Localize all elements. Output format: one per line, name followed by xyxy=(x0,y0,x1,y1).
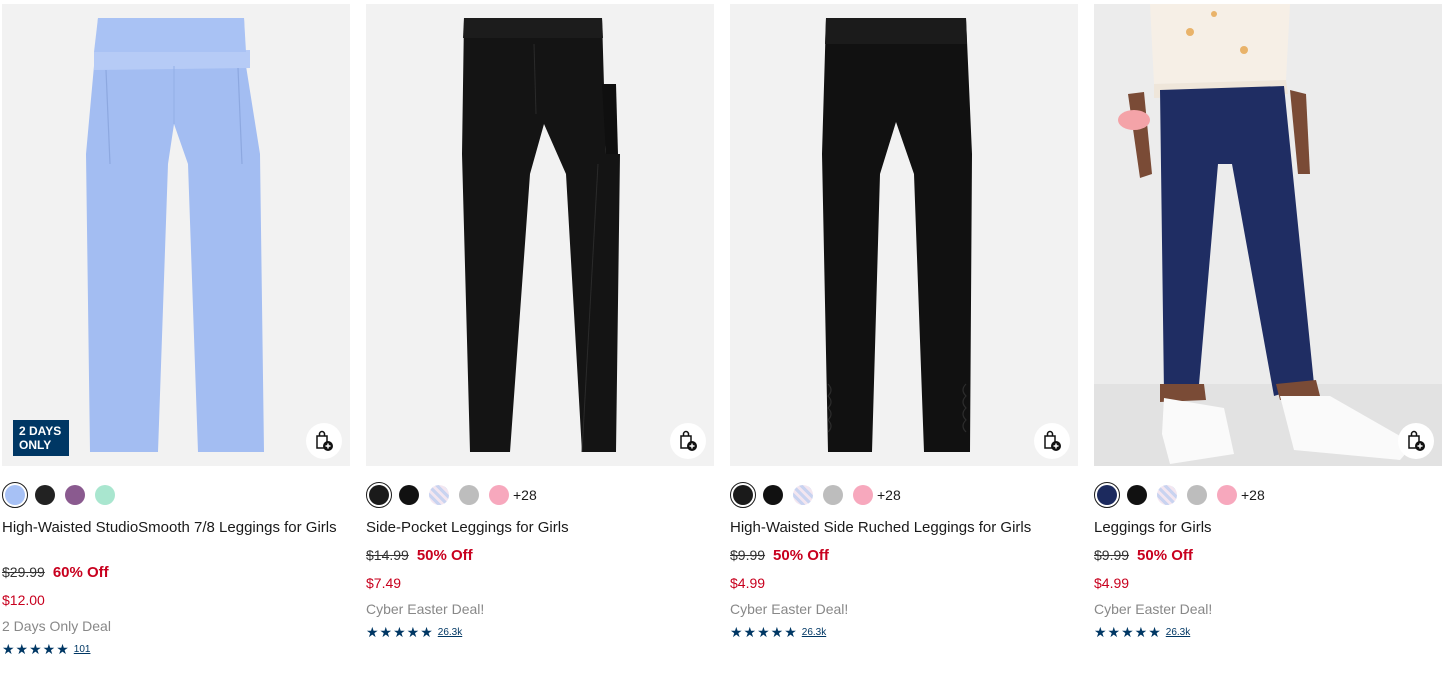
rating: ★★★★★ 26.3k xyxy=(730,624,826,641)
add-to-bag-button[interactable] xyxy=(670,423,706,459)
swatch-4[interactable] xyxy=(1217,485,1237,505)
swatch-1[interactable] xyxy=(763,485,783,505)
discount-label: 50% Off xyxy=(773,547,829,564)
sale-price: $4.99 xyxy=(730,575,766,591)
swatch-0[interactable] xyxy=(1094,482,1120,508)
product-image[interactable] xyxy=(366,4,714,466)
swatch-1[interactable] xyxy=(399,485,419,505)
shopping-bag-plus-icon xyxy=(316,430,333,451)
product-image[interactable] xyxy=(730,4,1078,466)
shopping-bag-plus-icon xyxy=(1408,430,1425,451)
rating: ★★★★★ 101 xyxy=(2,641,90,658)
add-to-bag-button[interactable] xyxy=(306,423,342,459)
deal-label: Cyber Easter Deal! xyxy=(730,601,849,617)
more-colors-link[interactable]: +28 xyxy=(513,487,537,503)
promo-badge: 2 DAYS ONLY xyxy=(13,420,69,456)
badge-line-2: ONLY xyxy=(19,438,52,452)
original-price: $14.99 xyxy=(366,547,409,563)
review-count-link[interactable]: 26.3k xyxy=(438,627,462,638)
rating: ★★★★★ 26.3k xyxy=(366,624,462,641)
swatch-2[interactable] xyxy=(65,485,85,505)
review-count-link[interactable]: 26.3k xyxy=(802,627,826,638)
original-price: $29.99 xyxy=(2,564,45,580)
sale-price: $7.49 xyxy=(366,575,402,591)
star-icon: ★★★★★ xyxy=(1094,624,1162,640)
shopping-bag-plus-icon xyxy=(1044,430,1061,451)
swatch-2[interactable] xyxy=(1157,485,1177,505)
swatch-0[interactable] xyxy=(730,482,756,508)
add-to-bag-button[interactable] xyxy=(1034,423,1070,459)
swatch-3[interactable] xyxy=(95,485,115,505)
review-count-link[interactable]: 101 xyxy=(74,644,91,655)
deal-label: Cyber Easter Deal! xyxy=(366,601,485,617)
swatch-2[interactable] xyxy=(429,485,449,505)
product-card[interactable]: 2 DAYS ONLY High-Waisted StudioSmooth 7/… xyxy=(2,4,350,657)
price-row: $9.99 50% Off xyxy=(730,547,829,564)
swatch-0[interactable] xyxy=(366,482,392,508)
sale-price: $12.00 xyxy=(2,592,45,608)
product-card[interactable]: +28 High-Waisted Side Ruched Leggings fo… xyxy=(730,4,1078,640)
product-image[interactable] xyxy=(1094,4,1442,466)
color-swatches xyxy=(2,482,125,508)
color-swatches: +28 xyxy=(366,482,537,508)
product-name-link[interactable]: Leggings for Girls xyxy=(1094,519,1434,536)
sale-price: $4.99 xyxy=(1094,575,1130,591)
leggings-image xyxy=(2,4,350,466)
price-row: $14.99 50% Off xyxy=(366,547,473,564)
original-price: $9.99 xyxy=(1094,547,1130,563)
swatch-3[interactable] xyxy=(1187,485,1207,505)
star-icon: ★★★★★ xyxy=(2,641,70,657)
swatch-2[interactable] xyxy=(793,485,813,505)
color-swatches: +28 xyxy=(730,482,901,508)
deal-label: 2 Days Only Deal xyxy=(2,618,111,634)
swatch-1[interactable] xyxy=(35,485,55,505)
rating: ★★★★★ 26.3k xyxy=(1094,624,1190,641)
discount-label: 50% Off xyxy=(1137,547,1193,564)
swatch-3[interactable] xyxy=(823,485,843,505)
swatch-3[interactable] xyxy=(459,485,479,505)
swatch-0[interactable] xyxy=(2,482,28,508)
product-card[interactable]: +28 Leggings for Girls $9.99 50% Off $4.… xyxy=(1094,4,1442,640)
swatch-4[interactable] xyxy=(853,485,873,505)
model-leggings-image xyxy=(1094,4,1442,466)
shopping-bag-plus-icon xyxy=(680,430,697,451)
discount-label: 60% Off xyxy=(52,564,109,581)
leggings-image xyxy=(366,4,714,466)
badge-line-1: 2 DAYS xyxy=(19,424,62,438)
star-icon: ★★★★★ xyxy=(730,624,798,640)
price-row: $9.99 50% Off xyxy=(1094,547,1193,564)
more-colors-link[interactable]: +28 xyxy=(1241,487,1265,503)
discount-label: 50% Off xyxy=(416,547,473,564)
product-image[interactable]: 2 DAYS ONLY xyxy=(2,4,350,466)
more-colors-link[interactable]: +28 xyxy=(877,487,901,503)
product-name-link[interactable]: High-Waisted Side Ruched Leggings for Gi… xyxy=(730,519,1070,536)
leggings-image xyxy=(730,4,1078,466)
product-name-link[interactable]: High-Waisted StudioSmooth 7/8 Leggings f… xyxy=(2,519,342,536)
price-row: $29.99 60% Off xyxy=(2,564,109,581)
review-count-link[interactable]: 26.3k xyxy=(1166,627,1190,638)
add-to-bag-button[interactable] xyxy=(1398,423,1434,459)
product-card[interactable]: +28 Side-Pocket Leggings for Girls $14.9… xyxy=(366,4,714,640)
star-icon: ★★★★★ xyxy=(366,624,434,640)
swatch-1[interactable] xyxy=(1127,485,1147,505)
swatch-4[interactable] xyxy=(489,485,509,505)
deal-label: Cyber Easter Deal! xyxy=(1094,601,1213,617)
color-swatches: +28 xyxy=(1094,482,1265,508)
original-price: $9.99 xyxy=(730,547,766,563)
product-name-link[interactable]: Side-Pocket Leggings for Girls xyxy=(366,519,706,536)
